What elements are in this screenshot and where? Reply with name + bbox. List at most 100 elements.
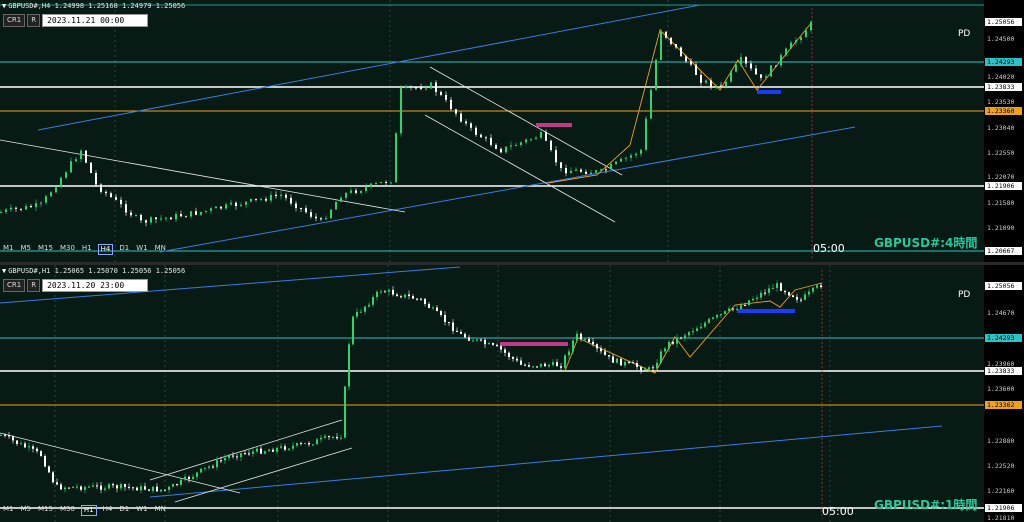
channel-line-2 [424,114,616,223]
candle-body [216,460,218,468]
tf-mn[interactable]: MN [154,505,167,516]
candle-body [155,217,157,220]
tf-w1[interactable]: W1 [135,505,148,516]
candle-body [465,121,467,124]
candle-body [684,335,686,338]
candle-body [648,367,650,370]
candle-body [220,206,222,209]
candles-h1 [0,280,822,494]
candle-body [240,204,242,206]
candle-body [490,137,492,145]
candle-body [340,197,342,202]
candle-body [528,364,530,367]
candle-body [144,486,146,490]
candle-body [180,479,182,485]
candle-body [692,331,694,333]
candle-body [804,294,806,300]
candle-body [230,202,232,205]
candle-body [504,349,506,353]
candle-body [755,68,757,75]
candle-body [712,317,714,319]
date-field[interactable]: 2023.11.20 23:00 [42,279,149,292]
candle-body [20,443,22,445]
tf-h4[interactable]: H4 [102,505,114,516]
tick: 1.23040 [987,124,1015,132]
candle-body [152,486,154,491]
tf-m5[interactable]: M5 [20,244,33,255]
candle-body [765,76,767,78]
r-button[interactable]: R [27,279,41,292]
chart-canvas-h1[interactable] [0,265,984,522]
tf-d1[interactable]: D1 [118,244,130,255]
candle-body [580,169,582,172]
candle-body [800,37,802,41]
chart-panel-h4[interactable]: ▼ GBPUSD#,H4 1.24998 1.25168 1.24979 1.25… [0,0,1024,265]
candle-body [312,444,314,446]
candle-body [124,484,126,487]
candle-body [195,211,197,215]
candle-body [670,37,672,45]
candles-h4 [0,20,812,227]
chart-canvas-h4[interactable] [0,0,984,262]
candle-body [185,216,187,218]
candle-body [552,362,554,365]
candle-body [184,476,186,480]
candle-body [404,294,406,298]
candle-body [20,208,22,210]
candle-body [380,291,382,293]
tf-mn[interactable]: MN [154,244,167,255]
candle-body [250,198,252,202]
candle-body [790,42,792,49]
cr1-button[interactable]: CR1 [3,14,26,27]
tf-m30[interactable]: M30 [59,505,76,516]
tf-h4[interactable]: H4 [97,244,114,255]
candle-body [315,216,317,219]
candle-body [476,339,478,341]
candle-body [330,209,332,219]
candle-body [500,346,502,350]
candle-body [780,55,782,66]
tf-m1[interactable]: M1 [2,505,15,516]
candle-body [396,294,398,297]
tf-h1[interactable]: H1 [81,244,93,255]
collapse-triangle-icon[interactable]: ▼ [2,267,6,275]
candle-body [305,208,307,213]
candle-body [15,207,17,209]
cr1-button[interactable]: CR1 [3,279,26,292]
tf-m30[interactable]: M30 [59,244,76,255]
tf-m5[interactable]: M5 [20,505,33,516]
candle-body [792,295,794,297]
chart-panel-h1[interactable]: ▼ GBPUSD#,H1 1.25065 1.25070 1.25056 1.25… [0,265,1024,522]
candle-body [575,169,577,171]
candle-body [784,290,786,293]
tf-w1[interactable]: W1 [135,244,148,255]
r-button[interactable]: R [27,14,41,27]
candle-body [455,109,457,114]
candle-body [72,486,74,488]
candle-body [372,297,374,305]
candle-body [485,137,487,139]
candle-body [324,436,326,438]
candle-body [120,484,122,489]
candle-body [540,363,542,367]
tf-m15[interactable]: M15 [37,244,54,255]
candle-body [164,489,166,491]
price-scale-h1[interactable] [984,265,1024,522]
candle-body [460,331,462,334]
tf-d1[interactable]: D1 [118,505,130,516]
tf-m1[interactable]: M1 [2,244,15,255]
candle-body [680,337,682,339]
candle-body [75,159,77,162]
candle-body [172,484,174,487]
date-field[interactable]: 2023.11.21 00:00 [42,14,149,27]
candle-body [56,482,58,485]
candle-body [336,436,338,439]
candle-body [130,212,132,216]
tf-m15[interactable]: M15 [37,505,54,516]
candle-body [60,484,62,490]
tf-h1[interactable]: H1 [80,505,97,516]
candle-body [60,177,62,188]
collapse-triangle-icon[interactable]: ▼ [2,2,6,10]
candle-body [500,148,502,153]
price-box-current: 1.25056 [985,282,1022,290]
